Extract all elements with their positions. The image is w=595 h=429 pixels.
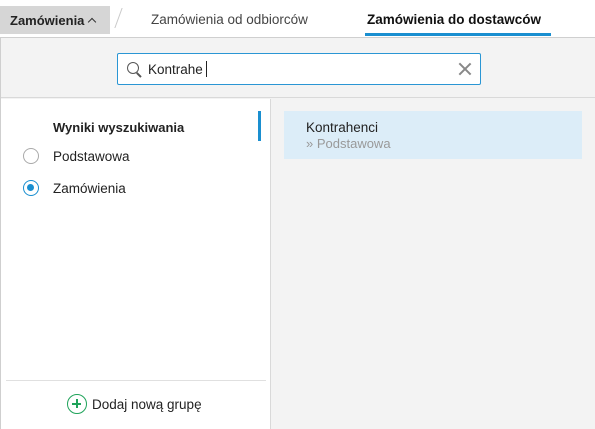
tab-orders-from-customers[interactable]: Zamówienia od odbiorców [151, 12, 308, 27]
group-option-zamowienia[interactable]: Zamówienia [23, 180, 126, 196]
close-icon[interactable] [458, 62, 472, 76]
radio-checked-icon[interactable] [23, 180, 39, 196]
search-results-header[interactable]: Wyniki wyszukiwania [53, 120, 184, 135]
group-option-label: Podstawowa [53, 148, 130, 164]
group-option-podstawowa[interactable]: Podstawowa [23, 148, 130, 164]
radio-unchecked-icon[interactable] [23, 148, 39, 164]
top-tab-bar: Zamówienia Zamówienia od odbiorców Zamów… [0, 0, 595, 38]
results-pane: Kontrahenci » Podstawowa [272, 99, 595, 429]
search-bar-area [1, 38, 595, 98]
list-item[interactable]: Kontrahenci » Podstawowa [284, 111, 582, 159]
module-menu-button[interactable]: Zamówienia [0, 6, 110, 34]
left-pane-footer: Dodaj nową grupę [6, 380, 266, 429]
add-group-label: Dodaj nową grupę [92, 396, 202, 412]
result-title: Kontrahenci [306, 120, 379, 135]
tab-separator [114, 8, 123, 28]
result-path: » Podstawowa [306, 136, 391, 151]
search-box[interactable] [117, 53, 481, 85]
search-input[interactable] [148, 59, 448, 79]
active-tab-indicator [365, 33, 551, 36]
text-caret [206, 61, 207, 77]
group-list-pane: Wyniki wyszukiwania Podstawowa Zamówieni… [1, 99, 271, 429]
chevron-up-icon [88, 17, 97, 26]
tab-orders-to-suppliers[interactable]: Zamówienia do dostawców [367, 12, 541, 27]
group-option-label: Zamówienia [53, 180, 126, 196]
add-group-button[interactable]: Dodaj nową grupę [67, 394, 202, 414]
search-icon [127, 62, 139, 74]
selection-indicator [258, 111, 261, 141]
module-menu-label: Zamówienia [10, 12, 85, 28]
plus-circle-icon [67, 394, 87, 414]
search-panel: Wyniki wyszukiwania Podstawowa Zamówieni… [0, 38, 595, 429]
